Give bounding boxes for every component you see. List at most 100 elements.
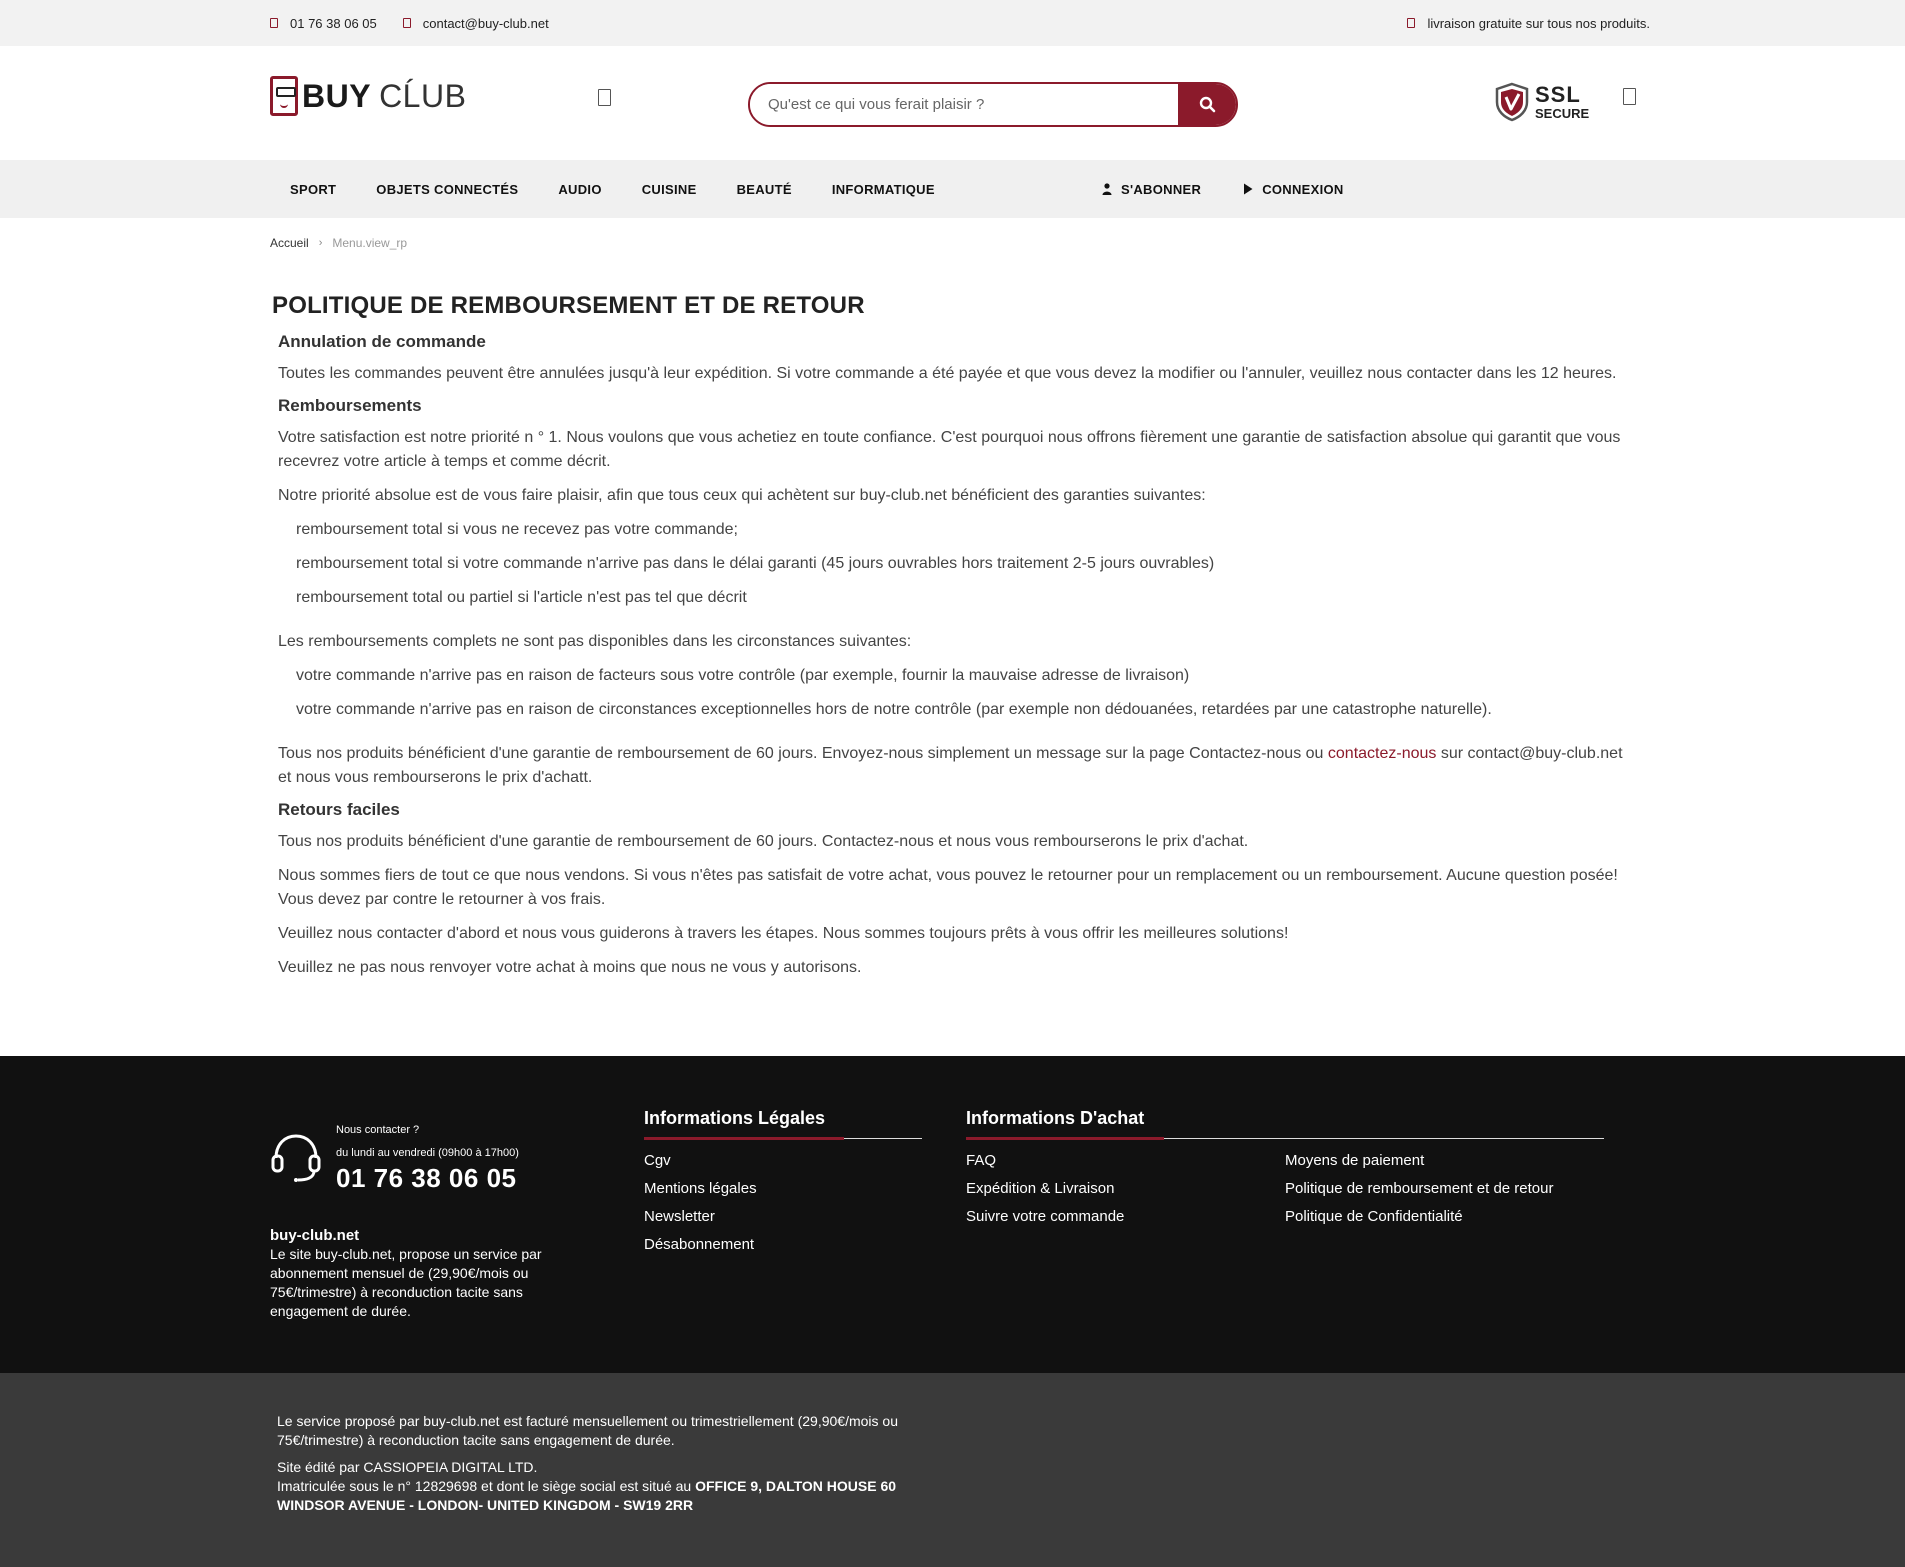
play-icon: [1244, 183, 1253, 195]
section-heading-returns: Retours faciles: [278, 800, 400, 819]
purchase-title: Informations D'achat: [966, 1108, 1145, 1128]
paragraph: Veuillez ne pas nous renvoyer votre acha…: [278, 959, 862, 976]
paragraph: Votre satisfaction est notre priorité n …: [278, 429, 1621, 470]
paragraph: Tous nos produits bénéficient d'une gara…: [278, 833, 1249, 850]
footer-contact: Nous contacter ? du lundi au vendredi (0…: [270, 1118, 519, 1194]
nav-item-sport[interactable]: SPORT: [270, 182, 356, 197]
footer-about-text: Le site buy-club.net, propose un service…: [270, 1246, 542, 1319]
user-links: S'ABONNER CONNEXION: [1102, 182, 1386, 197]
divider-accent: [644, 1137, 844, 1140]
logo-club: CĹUB: [379, 77, 467, 114]
footer-link-unsubscribe[interactable]: Désabonnement: [644, 1236, 754, 1253]
topbar-shipping-text: livraison gratuite sur tous nos produits…: [1427, 15, 1650, 31]
list-item: remboursement total ou partiel si l'arti…: [296, 589, 747, 606]
page-title: POLITIQUE DE REMBOURSEMENT ET DE RETOUR: [272, 292, 865, 319]
footer-link-newsletter[interactable]: Newsletter: [644, 1208, 715, 1225]
nav-item-audio[interactable]: AUDIO: [538, 182, 621, 197]
list-item: remboursement total si vous ne recevez p…: [296, 521, 738, 538]
breadcrumb: Accueil › Menu.view_rp: [270, 236, 1650, 250]
nav-item-cuisine[interactable]: CUISINE: [622, 182, 717, 197]
guarantees-list: remboursement total si vous ne recevez p…: [296, 518, 1640, 610]
chevron-right-icon: ›: [318, 237, 323, 249]
logo-text: BUY CĹUB: [302, 78, 466, 115]
registration-text: Imatriculée sous le n° 12829698 et dont …: [277, 1478, 696, 1494]
topbar-phone-text: 01 76 38 06 05: [290, 15, 377, 31]
policy-article: Annulation de commande Toutes les comman…: [278, 332, 1640, 980]
paragraph: Nous sommes fiers de tout ce que nous ve…: [278, 867, 1618, 908]
site-header: BUY CĹUB SSL SECURE: [0, 46, 1905, 160]
purchase-links-left: FAQ Expédition & Livraison Suivre votre …: [966, 1147, 1285, 1231]
footer-link-shipping[interactable]: Expédition & Livraison: [966, 1180, 1114, 1197]
purchase-links-right: Moyens de paiement Politique de rembours…: [1285, 1147, 1553, 1231]
site-footer: Nous contacter ? du lundi au vendredi (0…: [0, 1056, 1905, 1373]
logo-mark-icon: [270, 76, 298, 116]
nav-item-beaute[interactable]: BEAUTÉ: [717, 182, 812, 197]
footer-link-refund-policy[interactable]: Politique de remboursement et de retour: [1285, 1180, 1553, 1197]
subscribe-label: S'ABONNER: [1121, 181, 1202, 197]
divider-accent: [966, 1137, 1164, 1140]
search-button[interactable]: [1178, 84, 1236, 125]
shield-icon: [1495, 82, 1529, 122]
exclusions-list: votre commande n'arrive pas en raison de…: [296, 664, 1640, 722]
topbar-shipping: livraison gratuite sur tous nos produits…: [1407, 16, 1650, 31]
footer-link-payment[interactable]: Moyens de paiement: [1285, 1152, 1424, 1169]
section-heading-cancel: Annulation de commande: [278, 332, 486, 351]
main-content: POLITIQUE DE REMBOURSEMENT ET DE RETOUR …: [270, 292, 1650, 980]
topbar-phone[interactable]: 01 76 38 06 05: [270, 16, 377, 31]
registration-notice: Imatriculée sous le n° 12829698 et dont …: [277, 1477, 967, 1515]
main-nav: SPORT OBJETS CONNECTÉS AUDIO CUISINE BEA…: [0, 160, 1905, 218]
footer-link-cgv[interactable]: Cgv: [644, 1152, 671, 1169]
truck-icon: [1407, 18, 1416, 28]
search-bar: [748, 82, 1238, 127]
ssl-label: SSL: [1535, 82, 1581, 107]
ssl-badge: SSL SECURE: [1494, 82, 1589, 122]
search-icon: [1199, 96, 1215, 113]
contact-us-link[interactable]: contactez-nous: [1328, 745, 1437, 762]
paragraph-with-link: Tous nos produits bénéficient d'une gara…: [278, 742, 1640, 790]
user-icon: [1102, 183, 1112, 195]
billing-notice: Le service proposé par buy-club.net est …: [277, 1413, 898, 1448]
list-item: votre commande n'arrive pas en raison de…: [296, 701, 1492, 718]
site-logo[interactable]: BUY CĹUB: [270, 76, 466, 116]
paragraph: Les remboursements complets ne sont pas …: [278, 633, 912, 650]
paragraph: Toutes les commandes peuvent être annulé…: [278, 365, 1617, 382]
footer-brand: buy-club.net: [270, 1227, 360, 1244]
contact-hours: du lundi au vendredi (09h00 à 17h00): [336, 1147, 519, 1159]
list-item: votre commande n'arrive pas en raison de…: [296, 667, 1190, 684]
phone-icon: [270, 18, 278, 28]
footer-about: buy-club.net Le site buy-club.net, propo…: [270, 1226, 560, 1321]
footer-legal-column: Informations Légales Cgv Mentions légale…: [644, 1108, 922, 1259]
login-label: CONNEXION: [1262, 181, 1344, 197]
login-link[interactable]: CONNEXION: [1243, 182, 1343, 197]
cart-icon[interactable]: [1623, 88, 1636, 105]
paragraph-text: Tous nos produits bénéficient d'une gara…: [278, 745, 1328, 762]
footer-phone[interactable]: 01 76 38 06 05: [336, 1163, 519, 1194]
subscribe-link[interactable]: S'ABONNER: [1102, 182, 1201, 197]
footer-link-track-order[interactable]: Suivre votre commande: [966, 1208, 1124, 1225]
list-item: remboursement total si votre commande n'…: [296, 555, 1215, 572]
menu-toggle-icon[interactable]: [598, 89, 611, 106]
bottom-bar: Le service proposé par buy-club.net est …: [0, 1373, 1905, 1567]
topbar-email[interactable]: contact@buy-club.net: [402, 15, 549, 31]
section-heading-refund: Remboursements: [278, 396, 422, 415]
search-input[interactable]: [750, 84, 1178, 125]
contact-label: Nous contacter ?: [336, 1124, 420, 1136]
legal-links: Cgv Mentions légales Newsletter Désabonn…: [644, 1147, 922, 1259]
topbar-email-text: contact@buy-club.net: [422, 15, 549, 31]
publisher-notice: Site édité par CASSIOPEIA DIGITAL LTD.: [277, 1459, 538, 1475]
ssl-sublabel: SECURE: [1535, 106, 1590, 121]
paragraph: Notre priorité absolue est de vous faire…: [278, 487, 1206, 504]
nav-item-informatique[interactable]: INFORMATIQUE: [812, 182, 955, 197]
mail-icon: [402, 18, 411, 28]
breadcrumb-home[interactable]: Accueil: [270, 236, 309, 250]
footer-link-mentions[interactable]: Mentions légales: [644, 1180, 757, 1197]
footer-link-privacy[interactable]: Politique de Confidentialité: [1285, 1208, 1463, 1225]
legal-title: Informations Légales: [644, 1108, 826, 1128]
footer-purchase-column: Informations D'achat FAQ Expédition & Li…: [966, 1108, 1604, 1231]
footer-link-faq[interactable]: FAQ: [966, 1152, 996, 1169]
nav-item-objets-connectes[interactable]: OBJETS CONNECTÉS: [356, 182, 538, 197]
top-bar: 01 76 38 06 05 contact@buy-club.net livr…: [0, 0, 1905, 46]
logo-buy: BUY: [302, 77, 372, 114]
headset-icon: [271, 1134, 321, 1182]
breadcrumb-current: Menu.view_rp: [332, 236, 408, 250]
